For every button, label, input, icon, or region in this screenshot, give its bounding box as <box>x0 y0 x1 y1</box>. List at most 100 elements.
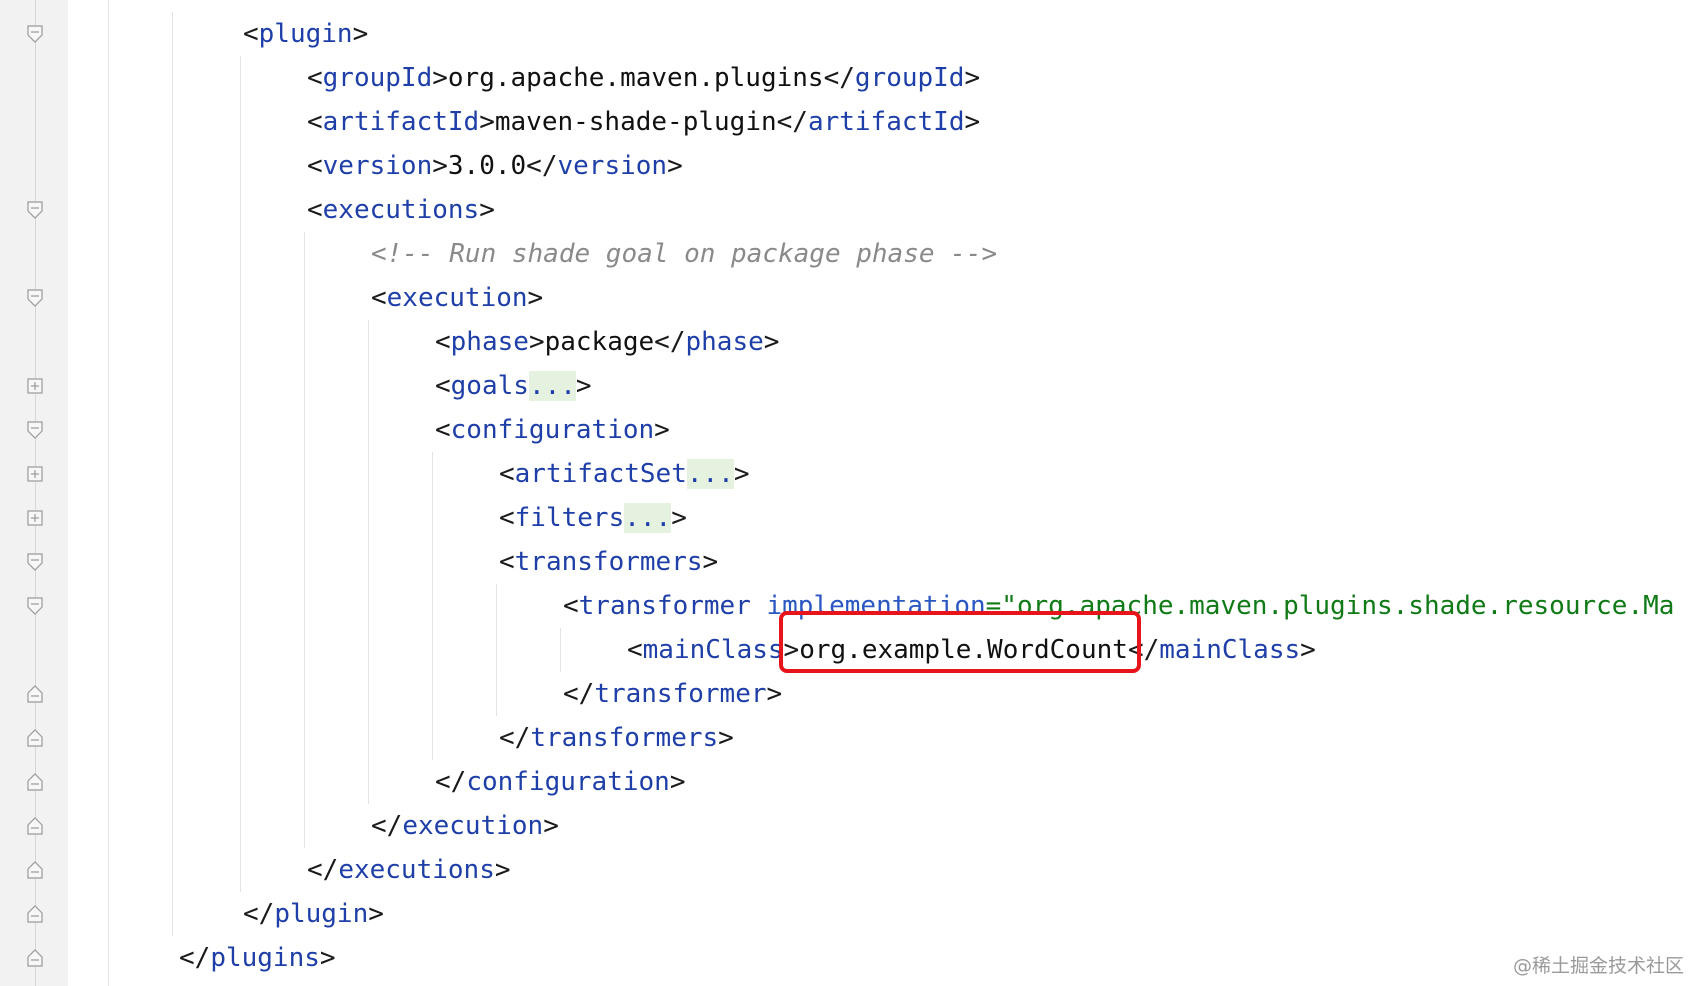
code-line[interactable]: <transformers> <box>499 540 718 584</box>
xml-punctuation: > <box>543 811 559 841</box>
xml-punctuation: < <box>499 547 515 577</box>
code-line[interactable]: </configuration> <box>435 760 685 804</box>
xml-text: maven-shade-plugin <box>494 107 777 137</box>
xml-tag-name: mainClass <box>1159 635 1301 665</box>
code-line[interactable]: <plugin> <box>243 12 368 56</box>
code-line[interactable]: <configuration> <box>435 408 670 452</box>
code-line[interactable]: </plugin> <box>243 892 384 936</box>
indent-guide <box>432 452 433 760</box>
fold-open-icon[interactable] <box>27 553 43 571</box>
xml-punctuation: > <box>733 459 750 489</box>
xml-punctuation: </ <box>499 723 531 753</box>
code-line[interactable]: <artifactSet...> <box>499 452 749 496</box>
xml-tag-name: groupId <box>322 63 433 93</box>
fold-close-icon[interactable] <box>27 949 43 967</box>
xml-punctuation: < <box>307 63 323 93</box>
code-line[interactable]: <artifactId>maven-shade-plugin</artifact… <box>307 100 980 144</box>
indent-guide <box>496 584 497 716</box>
xml-punctuation: </ <box>526 151 558 181</box>
xml-tag-name: artifactSet <box>514 459 687 489</box>
xml-punctuation: > <box>432 151 448 181</box>
xml-comment: <!-- Run shade goal on package phase --> <box>371 239 998 269</box>
fold-open-icon[interactable] <box>27 597 43 615</box>
fold-close-icon[interactable] <box>27 905 43 923</box>
xml-punctuation: < <box>371 283 387 313</box>
xml-punctuation: </ <box>563 679 595 709</box>
fold-open-icon[interactable] <box>27 25 43 43</box>
fold-close-icon[interactable] <box>27 729 43 747</box>
fold-close-icon[interactable] <box>27 861 43 879</box>
xml-punctuation: > <box>479 107 495 137</box>
xml-tag-name: version <box>322 151 433 181</box>
xml-punctuation: > <box>964 107 981 137</box>
xml-punctuation: < <box>499 503 515 533</box>
xml-tag-name: plugins <box>210 943 320 973</box>
code-line[interactable]: <version>3.0.0</version> <box>307 144 683 188</box>
code-line[interactable]: <executions> <box>307 188 495 232</box>
code-line[interactable]: <phase>package</phase> <box>435 320 779 364</box>
xml-tag-name: transformer <box>594 679 767 709</box>
xml-tag-name: artifactId <box>322 107 480 137</box>
xml-tag-name: plugin <box>274 899 369 929</box>
code-line[interactable]: <filters...> <box>499 496 687 540</box>
xml-tag-name: transformers <box>530 723 719 753</box>
code-line[interactable]: <!-- Run shade goal on package phase --> <box>371 232 997 276</box>
xml-punctuation: </ <box>654 327 686 357</box>
xml-punctuation: > <box>654 415 670 445</box>
xml-text: org.apache.maven.plugins <box>447 63 824 93</box>
xml-punctuation: < <box>499 459 515 489</box>
xml-punctuation: < <box>627 635 643 665</box>
code-line[interactable]: <goals...> <box>435 364 592 408</box>
xml-tag-name: transformer <box>578 591 767 621</box>
xml-punctuation: > <box>763 327 780 357</box>
fold-open-icon[interactable] <box>27 289 43 307</box>
xml-tag-name: filters <box>514 503 625 533</box>
xml-tag-name: executions <box>322 195 480 225</box>
fold-close-icon[interactable] <box>27 685 43 703</box>
xml-punctuation: </ <box>179 943 211 973</box>
code-line[interactable]: </transformer> <box>563 672 782 716</box>
xml-tag-name: version <box>557 151 668 181</box>
folded-region[interactable]: ... <box>528 371 576 401</box>
xml-punctuation: > <box>766 679 783 709</box>
xml-punctuation: > <box>718 723 734 753</box>
xml-punctuation: </ <box>307 855 339 885</box>
code-line[interactable]: <execution> <box>371 276 543 320</box>
code-line[interactable]: <groupId>org.apache.maven.plugins</group… <box>307 56 980 100</box>
fold-close-icon[interactable] <box>27 817 43 835</box>
indent-guide <box>304 232 305 848</box>
fold-expand-icon[interactable] <box>27 509 43 527</box>
xml-tag-name: configuration <box>450 415 655 445</box>
xml-punctuation: </ <box>776 107 808 137</box>
xml-punctuation: </ <box>243 899 275 929</box>
xml-tag-name: goals <box>450 371 529 401</box>
indent-guide <box>172 12 173 936</box>
xml-tag-name: configuration <box>466 767 670 797</box>
fold-expand-icon[interactable] <box>27 377 43 395</box>
xml-tag-name: execution <box>386 283 528 313</box>
folded-region[interactable]: ... <box>624 503 672 533</box>
code-line[interactable]: </plugins> <box>179 936 336 980</box>
xml-punctuation: > <box>702 547 719 577</box>
fold-expand-icon[interactable] <box>27 465 43 483</box>
xml-tag-name: phase <box>685 327 764 357</box>
code-editor[interactable]: <plugin> <groupId>org.apache.maven.plugin… <box>0 0 1694 986</box>
xml-text: package <box>544 327 655 357</box>
xml-punctuation: > <box>671 503 687 533</box>
indent-guide <box>560 628 561 672</box>
xml-punctuation: > <box>1300 635 1316 665</box>
xml-punctuation: > <box>527 283 544 313</box>
fold-open-icon[interactable] <box>27 201 43 219</box>
xml-tag-name: plugin <box>258 19 353 49</box>
xml-text: 3.0.0 <box>447 151 527 181</box>
indent-guide <box>368 320 369 804</box>
fold-open-icon[interactable] <box>27 421 43 439</box>
code-line[interactable]: </transformers> <box>499 716 734 760</box>
xml-punctuation: > <box>667 151 683 181</box>
code-line[interactable]: </execution> <box>371 804 559 848</box>
indent-guide <box>240 56 241 892</box>
code-line[interactable]: </executions> <box>307 848 511 892</box>
fold-close-icon[interactable] <box>27 773 43 791</box>
xml-punctuation: </ <box>371 811 403 841</box>
folded-region[interactable]: ... <box>686 459 734 489</box>
